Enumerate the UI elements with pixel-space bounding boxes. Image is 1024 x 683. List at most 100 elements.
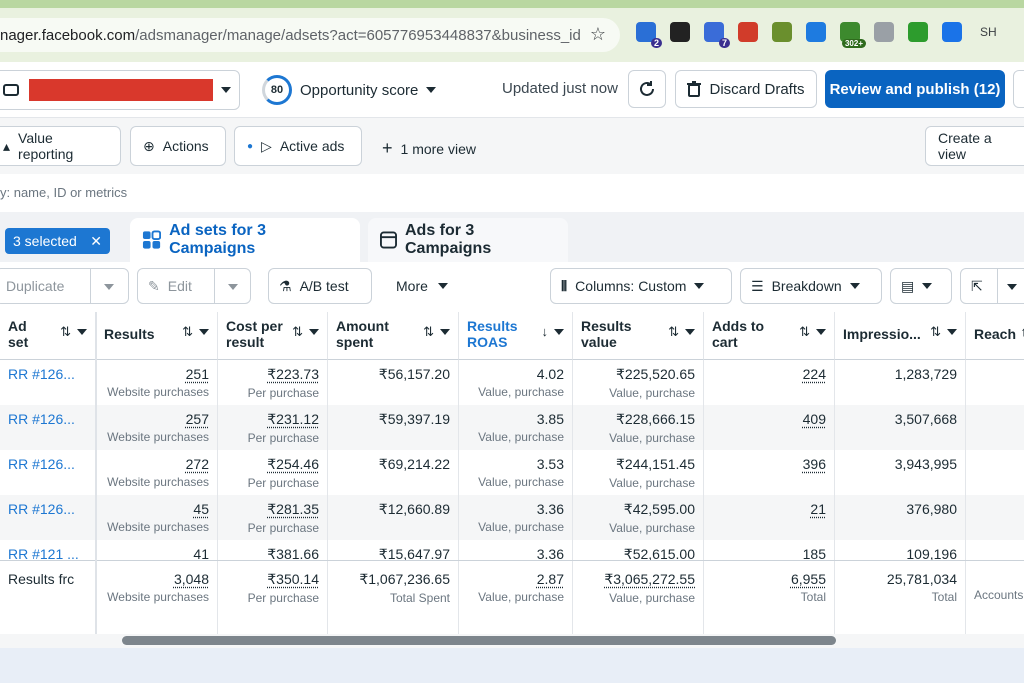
breakdown-label: Breakdown <box>771 278 842 294</box>
table-row[interactable]: RR #126... 251 Website purchases ₹223.73 Per… <box>0 360 1024 405</box>
table-row[interactable]: RR #126... 272 Website purchases ₹254.46 Per… <box>0 450 1024 495</box>
cell-value[interactable]: RR #126... <box>8 366 75 382</box>
column-header-ad-set[interactable]: Ad set ⇅ <box>0 312 96 360</box>
refresh-button[interactable] <box>628 70 666 108</box>
summary-roas-value: 2.87 <box>536 571 564 587</box>
shield-extension-icon[interactable] <box>874 22 894 42</box>
summary-cpr-sub: Per purchase <box>247 591 319 605</box>
sort-icon[interactable]: ⇅ <box>60 318 87 340</box>
chevron-down-icon[interactable] <box>104 284 114 290</box>
discard-drafts-label: Discard Drafts <box>709 80 805 98</box>
blue-badge-extension-icon[interactable]: 2 <box>636 22 662 48</box>
cell-subtext: Value, purchase <box>609 431 695 445</box>
tab-ad-sets[interactable]: Ad sets for 3 Campaigns <box>130 218 360 262</box>
opportunity-score-dropdown[interactable]: 80 Opportunity score <box>262 75 437 105</box>
summary-reach: Accounts <box>966 561 1024 634</box>
trash-icon <box>687 81 702 97</box>
column-header-reach[interactable]: Reach ↑ <box>966 312 1024 360</box>
sort-icon[interactable]: ⇅ <box>292 318 319 340</box>
search-placeholder[interactable]: y: name, ID or metrics <box>0 185 127 200</box>
sort-icon[interactable]: ⇅ <box>182 318 209 340</box>
breakdown-dropdown[interactable]: ☰ Breakdown <box>740 268 882 304</box>
summary-roas: 2.87 Value, purchase <box>459 561 573 634</box>
duplicate-button[interactable]: Duplicate <box>0 268 129 304</box>
reports-dropdown[interactable]: ▤ <box>890 268 952 304</box>
chevron-down-icon[interactable] <box>1007 284 1017 290</box>
close-icon[interactable]: ✕ <box>90 233 102 250</box>
search-bar[interactable]: y: name, ID or metrics <box>0 174 1024 212</box>
header-label: Impressio... <box>843 326 921 342</box>
cell-value[interactable]: RR #126... <box>8 501 75 517</box>
table-toolbar: Duplicate ✎ Edit ⚗ A/B test More ⦀ Colum… <box>0 262 1024 312</box>
column-header-results-roas[interactable]: Results ROAS ↓ <box>459 312 573 360</box>
column-header-results-value[interactable]: Results value ⇅ <box>573 312 704 360</box>
column-header-results[interactable]: Results ⇅ <box>96 312 218 360</box>
create-view-button[interactable]: Create a view <box>925 126 1024 166</box>
column-header-adds-to-cart[interactable]: Adds to cart ⇅ <box>704 312 835 360</box>
green-circle-extension-icon[interactable]: 302+ <box>840 22 866 48</box>
ad-account-selector[interactable] <box>0 70 240 110</box>
cell-name[interactable]: RR #126... <box>0 405 96 450</box>
browser-toolbar: nager.facebook.com/adsmanager/manage/ads… <box>0 0 1024 62</box>
bookmark-star-icon[interactable]: ☆ <box>590 24 606 45</box>
cell-atc: 21 <box>704 495 835 540</box>
green-square-extension-icon[interactable] <box>772 22 792 42</box>
s-logo-extension-icon[interactable] <box>738 22 758 42</box>
cell-value: 3,943,995 <box>894 456 957 472</box>
cell-atc: 409 <box>704 405 835 450</box>
column-header-amount-spent[interactable]: Amount spent ⇅ <box>328 312 459 360</box>
scrollbar-thumb[interactable] <box>122 636 836 645</box>
cell-value: ₹56,157.20 <box>378 366 450 382</box>
cell-name[interactable]: RR #126... <box>0 360 96 405</box>
discard-drafts-button[interactable]: Discard Drafts <box>675 70 817 108</box>
redacted-account-name <box>29 79 213 101</box>
sort-icon[interactable]: ↑ <box>1021 318 1024 339</box>
summary-cpr-value: ₹350.14 <box>267 571 319 587</box>
active-ads-view[interactable]: ● ▷ Active ads <box>234 126 362 166</box>
sort-icon[interactable]: ⇅ <box>930 318 957 340</box>
cell-name[interactable]: RR #126... <box>0 495 96 540</box>
value-reporting-view[interactable]: ▴ Value reporting <box>0 126 121 166</box>
tab-ads[interactable]: Ads for 3 Campaigns <box>368 218 568 262</box>
cell-value[interactable]: RR #126... <box>8 456 75 472</box>
url-text[interactable]: nager.facebook.com/adsmanager/manage/ads… <box>0 27 580 44</box>
review-and-publish-button[interactable]: Review and publish (12) <box>825 70 1005 108</box>
sort-icon[interactable]: ⇅ <box>668 318 695 340</box>
columns-dropdown[interactable]: ⦀ Columns: Custom <box>550 268 732 304</box>
column-header-impressions[interactable]: Impressio... ⇅ <box>835 312 966 360</box>
table-row[interactable]: RR #126... 257 Website purchases ₹231.12 Per… <box>0 405 1024 450</box>
cell-value[interactable]: RR #126... <box>8 411 75 427</box>
square-extension-icon[interactable] <box>942 22 962 42</box>
actions-view[interactable]: ⊕ Actions <box>130 126 226 166</box>
sort-icon[interactable]: ⇅ <box>423 318 450 340</box>
address-bar[interactable]: nager.facebook.com/adsmanager/manage/ads… <box>0 18 620 52</box>
value-reporting-icon: ▴ <box>3 137 11 154</box>
overflow-button[interactable] <box>1013 70 1024 108</box>
sort-descending-icon[interactable]: ↓ <box>542 318 564 339</box>
chevron-down-icon[interactable] <box>228 284 238 290</box>
cell-value: 272 <box>185 456 209 472</box>
diamond-extension-icon[interactable]: 7 <box>704 22 730 48</box>
profile-avatar[interactable]: SH <box>980 25 997 39</box>
t-extension-icon[interactable] <box>908 22 928 42</box>
cell-name[interactable]: RR #126... <box>0 450 96 495</box>
export-dropdown[interactable]: ⇱ <box>960 268 1024 304</box>
cell-value: ₹12,660.89 <box>378 501 450 517</box>
cell-value: 4.02 <box>536 366 564 382</box>
ad-card-icon <box>380 231 397 249</box>
frozen-column-divider[interactable] <box>95 312 97 634</box>
ab-test-button[interactable]: ⚗ A/B test <box>268 268 372 304</box>
summary-label: Results frc <box>0 561 96 634</box>
table-row[interactable]: RR #126... 45 Website purchases ₹281.35 Per … <box>0 495 1024 540</box>
sort-icon[interactable]: ⇅ <box>799 318 826 340</box>
cell-value: 251 <box>185 366 209 382</box>
column-header-cost-per-result[interactable]: Cost per result ⇅ <box>218 312 328 360</box>
selected-campaigns-chip[interactable]: 3 selected ✕ <box>5 228 110 254</box>
more-actions-button[interactable]: More <box>396 278 448 294</box>
blue-shape-extension-icon[interactable] <box>806 22 826 42</box>
half-circle-extension-icon[interactable] <box>670 22 690 42</box>
horizontal-scrollbar[interactable] <box>0 634 1024 648</box>
edit-button[interactable]: ✎ Edit <box>137 268 251 304</box>
breakdown-icon: ☰ <box>751 277 764 294</box>
more-view-button[interactable]: + 1 more view <box>382 138 476 159</box>
